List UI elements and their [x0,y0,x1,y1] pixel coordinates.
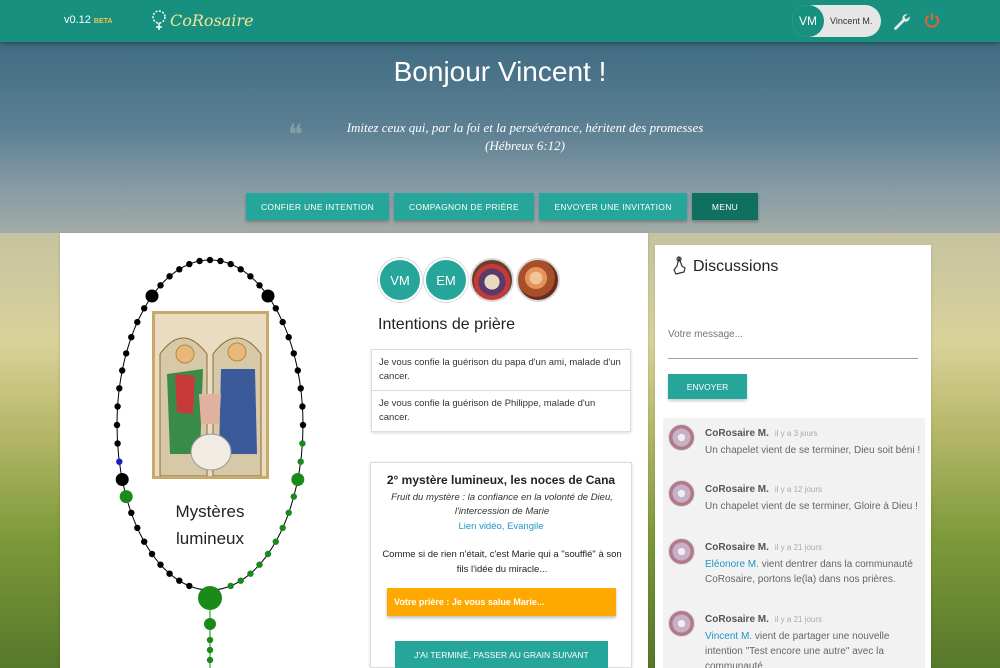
greeting-title: Bonjour Vincent ! [393,56,607,87]
avatar [668,480,695,507]
confide-intention-button[interactable]: CONFIER UNE INTENTION [246,193,389,220]
message-header: CoRosaire M. il y a 12 jours [705,484,822,495]
bible-quote: Imitez ceux qui, par la foi et la persév… [330,119,720,155]
message-header: CoRosaire M. il y a 3 jours [705,428,818,439]
mystery-type-label: Mystères lumineux [162,498,258,552]
next-bead-button[interactable]: J'AI TERMINÉ, PASSER AU GRAIN SUIVANT [395,641,608,668]
message-text: Eléonore M. vient dentrer dans la commun… [705,557,921,587]
intention-item[interactable]: Je vous confie la guérison de Philippe, … [372,391,630,431]
beta-badge: BETA [93,18,113,25]
mystery-fruit: Fruit du mystère : la confiance en la vo… [379,491,625,519]
message-header: CoRosaire M. il y a 21 jours [705,542,822,553]
current-prayer: Votre prière : Je vous salue Marie... [387,588,616,616]
intention-item[interactable]: Je vous confie la guérison du papa d'un … [372,350,630,391]
message-input[interactable] [668,311,918,359]
prayer-companion-button[interactable]: COMPAGNON DE PRIÈRE [394,193,534,220]
top-bar: v0.12 BETA CoRosaire VM Vincent M. [0,0,1000,42]
message-author[interactable]: CoRosaire M. [705,542,769,553]
praying-hands-icon [673,256,686,275]
message-time: il y a 21 jours [774,615,823,624]
message-header: CoRosaire M. il y a 21 jours [705,614,822,625]
saint-joseph-avatar[interactable] [516,258,560,302]
logo[interactable]: CoRosaire [150,9,254,31]
message-time: il y a 12 jours [774,485,823,494]
mystery-type-line2: lumineux [175,529,245,548]
message-text: Un chapelet vient de se terminer, Gloire… [705,501,918,512]
user-menu[interactable]: VM Vincent M. [792,5,881,37]
avatar [668,424,695,451]
companion-avatar[interactable]: EM [424,258,468,302]
mystery-type-line1: Mystères [175,502,245,521]
video-link[interactable]: Lien vidéo [458,521,501,532]
message-time: il y a 3 jours [774,429,818,438]
menu-button[interactable]: MENU [692,193,758,220]
message-author[interactable]: CoRosaire M. [705,428,769,439]
user-link[interactable]: Eléonore M. [705,559,759,570]
version-number: v0.12 [64,14,91,26]
mystery-fruit-line1: Fruit du mystère : la confiance en la vo… [391,492,613,503]
message-author[interactable]: CoRosaire M. [705,614,769,625]
companion-avatar[interactable]: VM [378,258,422,302]
intentions-title: Intentions de prière [378,316,515,333]
message-time: il y a 21 jours [774,543,823,552]
gospel-link[interactable]: Evangile [507,521,543,532]
mystery-card: 2° mystère lumineux, les noces de Cana F… [370,462,632,668]
quote-reference: (Hébreux 6:12) [484,138,565,153]
intentions-list: Je vous confie la guérison du papa d'un … [371,349,631,432]
virgin-mary-avatar[interactable] [470,258,514,302]
quote-icon: ❝ [288,118,304,151]
version-label: v0.12 BETA [64,14,112,26]
quote-text: Imitez ceux qui, par la foi et la persév… [346,120,704,135]
rosary-logo-icon [152,10,166,30]
logo-text: CoRosaire [170,10,254,30]
message-text: Vincent M. vient de partager une nouvell… [705,629,921,668]
wrench-icon[interactable] [892,12,910,30]
user-link[interactable]: Vincent M. [705,631,752,642]
avatar [668,538,695,565]
user-name: Vincent M. [830,16,873,26]
message-text: Un chapelet vient de se terminer, Dieu s… [705,445,921,456]
mystery-meditation: Comme si de rien n'était, c'est Marie qu… [382,549,622,575]
user-avatar: VM [792,5,824,37]
mystery-links: Lien vidéo, Evangile [371,521,631,532]
discussion-feed: CoRosaire M. il y a 3 jours Un chapelet v… [663,418,925,668]
message-author[interactable]: CoRosaire M. [705,484,769,495]
send-invitation-button[interactable]: ENVOYER UNE INVITATION [539,193,687,220]
wedding-at-cana-image [155,314,266,476]
mystery-painting [152,311,269,479]
companion-avatars: VM EM [378,258,562,302]
avatar [668,610,695,637]
discussions-title: Discussions [693,258,779,275]
hero-actions: CONFIER UNE INTENTION COMPAGNON DE PRIÈR… [246,193,763,220]
mystery-fruit-line2: l'intercession de Marie [454,506,550,517]
send-message-button[interactable]: ENVOYER [668,374,747,399]
mystery-title: 2° mystère lumineux, les noces de Cana [386,473,616,487]
power-icon[interactable] [924,12,940,28]
